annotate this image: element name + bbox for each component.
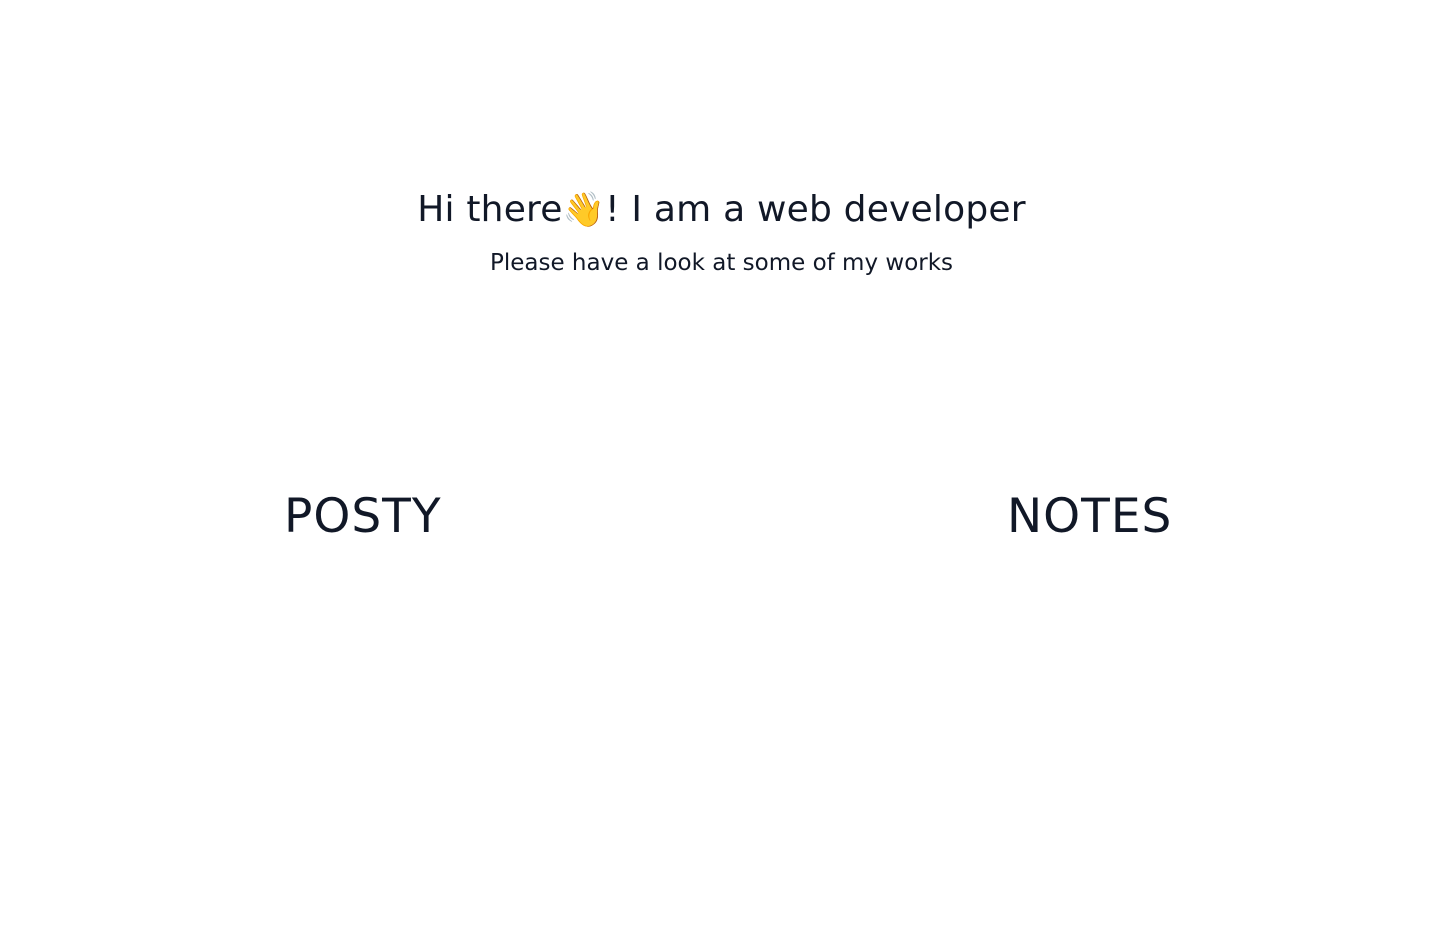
portfolio-page: Hi there👋! I am a web developer Please h… [0,0,1443,946]
works-list: POSTY NOTES [0,0,1443,946]
work-link-posty[interactable]: POSTY [284,487,442,547]
work-link-notes[interactable]: NOTES [1007,487,1172,547]
